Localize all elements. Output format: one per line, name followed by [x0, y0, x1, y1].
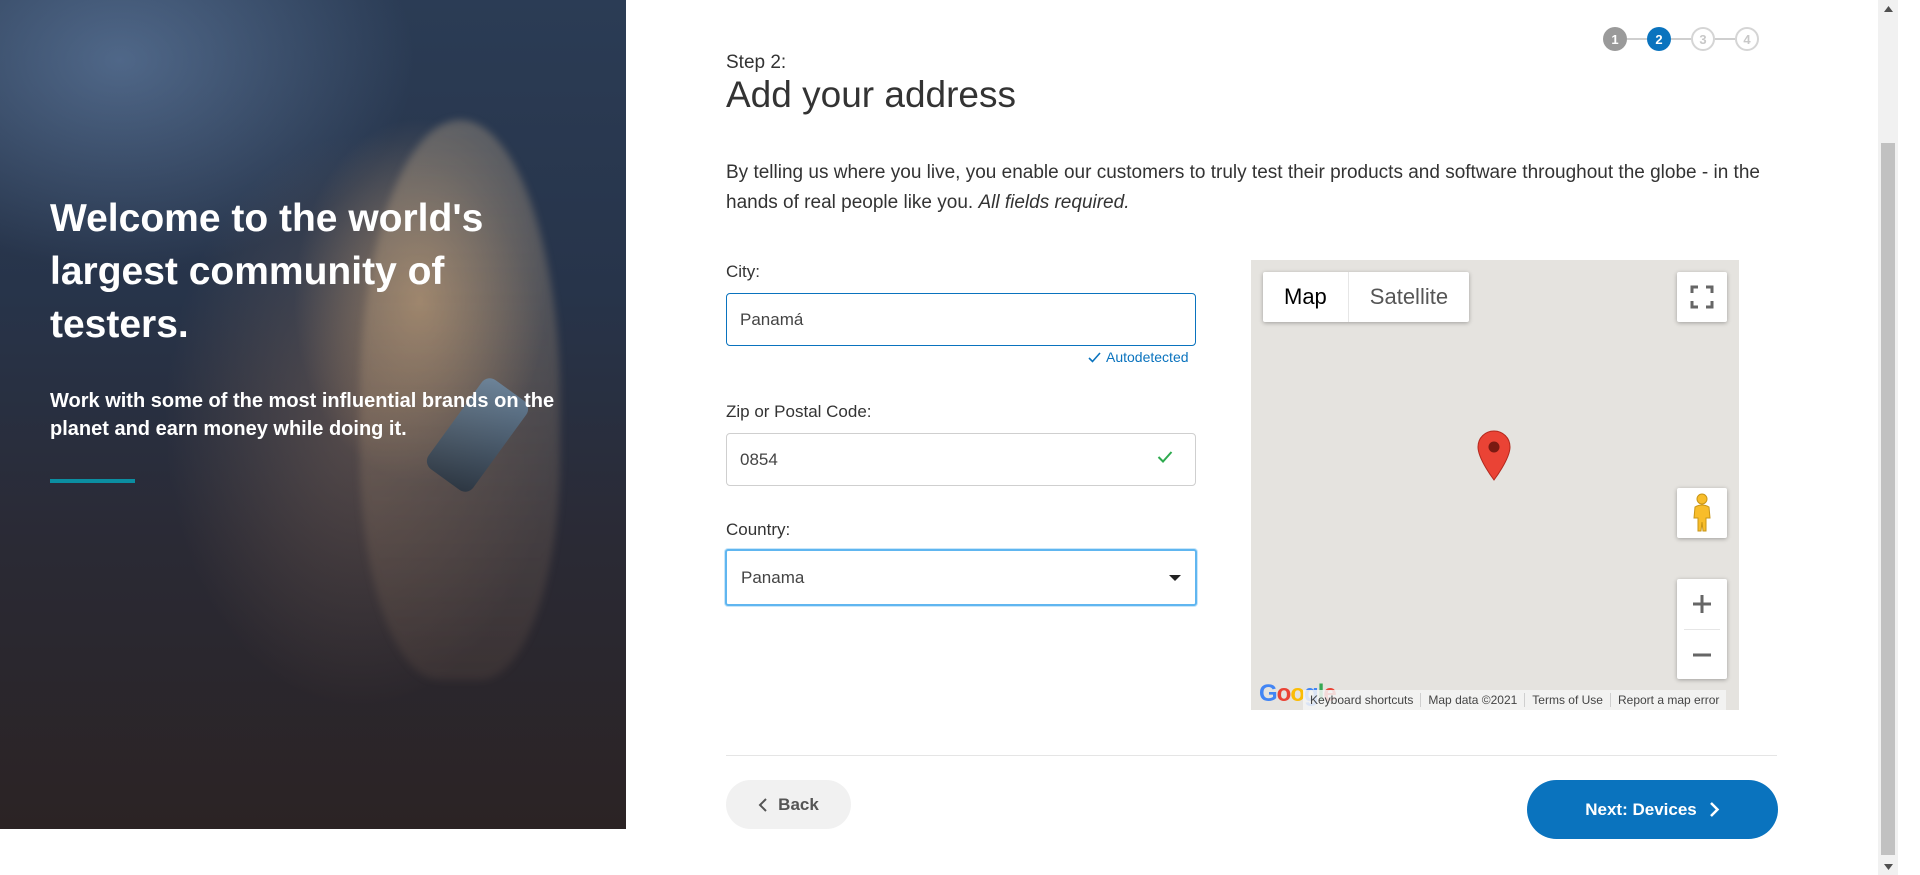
intro-text: By telling us where you live, you enable…	[726, 158, 1766, 218]
step-connector	[1715, 38, 1735, 40]
pegman-icon	[1693, 493, 1711, 532]
plus-icon	[1693, 595, 1711, 613]
fullscreen-icon	[1690, 285, 1714, 309]
step-connector	[1627, 38, 1647, 40]
autodetected-note: Autodetected	[1088, 349, 1189, 365]
fullscreen-button[interactable]	[1677, 272, 1727, 322]
chevron-down-icon	[1169, 574, 1181, 581]
zip-value: 0854	[740, 449, 778, 469]
scrollbar-thumb[interactable]	[1881, 143, 1895, 855]
check-icon	[1088, 351, 1101, 363]
map-type-satellite-button[interactable]: Satellite	[1349, 272, 1469, 322]
zip-input[interactable]: 0854	[726, 433, 1196, 486]
zoom-out-button[interactable]	[1677, 630, 1727, 680]
hero-panel: Welcome to the world's largest community…	[0, 0, 626, 829]
valid-check-icon	[1157, 451, 1173, 463]
keyboard-shortcuts-link[interactable]: Keyboard shortcuts	[1303, 693, 1422, 707]
footer-divider	[726, 755, 1777, 756]
progress-stepper: 1 2 3 4	[1603, 27, 1759, 51]
scroll-up-arrow-icon[interactable]	[1878, 0, 1898, 17]
next-label: Next: Devices	[1585, 799, 1697, 819]
hero-subtitle: Work with some of the most influential b…	[50, 390, 555, 440]
page-title: Add your address	[726, 74, 1017, 115]
vertical-scrollbar[interactable]	[1878, 0, 1898, 875]
chevron-right-icon	[1709, 802, 1720, 817]
step-label: Step 2:	[726, 52, 787, 73]
country-select[interactable]: Panama	[725, 549, 1197, 606]
city-label: City:	[726, 262, 760, 281]
step-4: 4	[1735, 27, 1759, 51]
step-3: 3	[1691, 27, 1715, 51]
intro-required: All fields required.	[978, 192, 1130, 213]
back-label: Back	[778, 794, 819, 814]
street-view-pegman-button[interactable]	[1677, 488, 1727, 538]
country-label: Country:	[726, 520, 791, 539]
map[interactable]: Map Satellite Goo Keyboard shortcuts Map…	[1251, 260, 1739, 710]
chevron-left-icon	[758, 797, 767, 812]
report-map-error-link[interactable]: Report a map error	[1611, 693, 1726, 707]
city-value: Panamá	[740, 309, 804, 329]
city-input[interactable]: Panamá	[726, 293, 1196, 346]
step-connector	[1671, 38, 1691, 40]
hero-title: Welcome to the world's largest community…	[50, 197, 484, 346]
minus-icon	[1693, 653, 1711, 657]
map-type-control: Map Satellite	[1263, 272, 1470, 322]
back-button[interactable]: Back	[726, 780, 851, 829]
intro-body: By telling us where you live, you enable…	[726, 162, 1760, 213]
autodetected-label: Autodetected	[1106, 349, 1189, 365]
zoom-control	[1677, 579, 1727, 679]
zip-label: Zip or Postal Code:	[726, 402, 872, 421]
scroll-down-arrow-icon[interactable]	[1878, 858, 1898, 875]
next-devices-button[interactable]: Next: Devices	[1527, 780, 1778, 839]
country-value: Panama	[741, 567, 805, 587]
map-data-attribution: Map data ©2021	[1421, 693, 1526, 707]
map-footer: Keyboard shortcuts Map data ©2021 Terms …	[1303, 690, 1727, 710]
hero-accent-line	[50, 479, 135, 483]
map-marker-icon[interactable]	[1477, 430, 1511, 482]
step-2: 2	[1647, 27, 1671, 51]
map-type-map-button[interactable]: Map	[1263, 272, 1349, 322]
terms-of-use-link[interactable]: Terms of Use	[1525, 693, 1611, 707]
zoom-in-button[interactable]	[1677, 579, 1727, 629]
step-1: 1	[1603, 27, 1627, 51]
